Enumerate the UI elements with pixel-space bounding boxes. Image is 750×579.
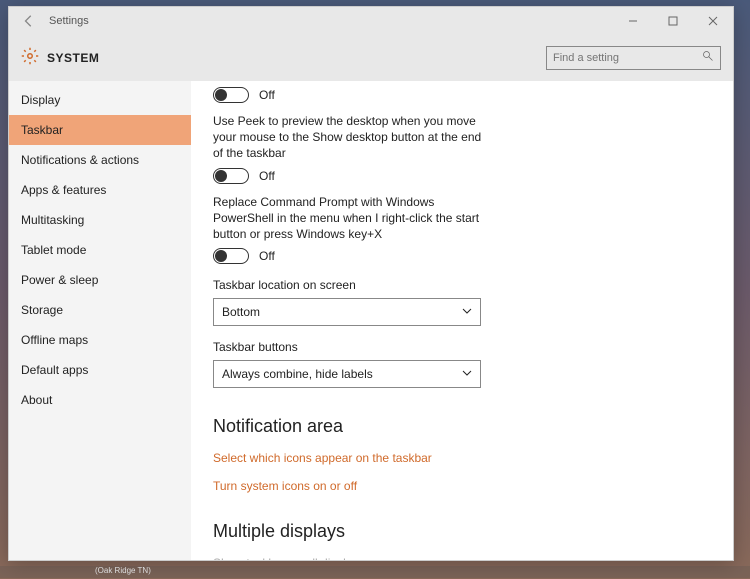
toggle-peek[interactable] [213,168,249,184]
link-select-icons[interactable]: Select which icons appear on the taskbar [213,451,711,465]
search-input[interactable] [553,52,702,64]
chevron-down-icon [462,367,472,381]
sidebar-item-multitasking[interactable]: Multitasking [9,205,191,235]
sidebar-item-tablet[interactable]: Tablet mode [9,235,191,265]
notification-area-heading: Notification area [213,416,711,437]
select-value: Bottom [222,305,260,319]
taskbar-buttons-label: Taskbar buttons [213,340,711,354]
back-button[interactable] [15,7,43,35]
minimize-button[interactable] [613,7,653,35]
page-category: SYSTEM [47,51,99,65]
titlebar: Settings [9,7,733,35]
close-button[interactable] [693,7,733,35]
toggle-state: Off [259,169,275,183]
maximize-button[interactable] [653,7,693,35]
sidebar-item-power[interactable]: Power & sleep [9,265,191,295]
taskbar-buttons-select[interactable]: Always combine, hide labels [213,360,481,388]
sidebar-item-offlinemaps[interactable]: Offline maps [9,325,191,355]
sidebar-item-apps[interactable]: Apps & features [9,175,191,205]
peek-description: Use Peek to preview the desktop when you… [213,113,483,162]
sidebar: Display Taskbar Notifications & actions … [9,81,191,560]
settings-window: Settings SYSTEM Display Taskbar Notifica… [8,6,734,561]
desktop-taskbar-hint: (Oak Ridge TN) [0,566,750,578]
gear-icon [21,47,39,70]
taskbar-location-label: Taskbar location on screen [213,278,711,292]
toggle-powershell[interactable] [213,248,249,264]
select-value: Always combine, hide labels [222,367,373,381]
window-controls [613,7,733,35]
sidebar-item-display[interactable]: Display [9,85,191,115]
powershell-description: Replace Command Prompt with Windows Powe… [213,194,483,243]
search-box[interactable] [546,46,721,70]
toggle-state: Off [259,88,275,102]
taskbar-location-select[interactable]: Bottom [213,298,481,326]
body: Display Taskbar Notifications & actions … [9,81,733,560]
content-pane[interactable]: Off Use Peek to preview the desktop when… [191,81,733,560]
sidebar-item-about[interactable]: About [9,385,191,415]
link-system-icons[interactable]: Turn system icons on or off [213,479,711,493]
toggle-state: Off [259,249,275,263]
header: SYSTEM [9,35,733,81]
sidebar-item-storage[interactable]: Storage [9,295,191,325]
sidebar-item-notifications[interactable]: Notifications & actions [9,145,191,175]
toggle-unknown-top[interactable] [213,87,249,103]
show-all-displays-label: Show taskbar on all displays [213,556,711,560]
sidebar-item-defaultapps[interactable]: Default apps [9,355,191,385]
window-title: Settings [49,15,89,27]
chevron-down-icon [462,305,472,319]
search-icon [702,49,714,67]
multiple-displays-heading: Multiple displays [213,521,711,542]
sidebar-item-taskbar[interactable]: Taskbar [9,115,191,145]
